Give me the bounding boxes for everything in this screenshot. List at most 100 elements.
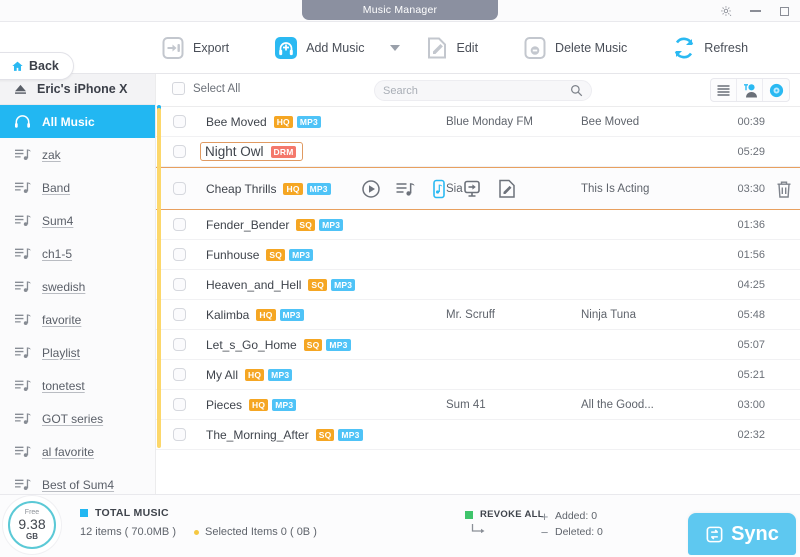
track-duration: 01:56: [737, 248, 765, 261]
revoke-all-button[interactable]: REVOKE ALL: [465, 509, 544, 520]
playlist-note-icon: [15, 347, 31, 359]
track-duration: 00:39: [737, 115, 765, 128]
track-checkbox[interactable]: [173, 278, 186, 291]
sidebar-nav: All Music zak Band Sum4 ch1-5 swedish fa…: [0, 105, 155, 494]
track-row[interactable]: Bee Moved HQ MP3 Blue Monday FM Bee Moved 00…: [156, 107, 800, 137]
track-badges: SQ MP3: [266, 248, 314, 261]
track-title: Pieces: [206, 397, 243, 412]
view-tab-artist[interactable]: [737, 79, 763, 101]
track-row[interactable]: Fender_Bender SQ MP3 01:36: [156, 210, 800, 240]
refresh-button[interactable]: Refresh: [671, 35, 748, 61]
sidebar-item-band[interactable]: Band: [0, 171, 155, 204]
track-badges: HQ MP3: [249, 398, 297, 411]
track-checkbox[interactable]: [173, 218, 186, 231]
badge-hq: HQ: [273, 115, 293, 128]
back-button[interactable]: Back: [0, 52, 74, 80]
track-checkbox[interactable]: [173, 368, 186, 381]
track-checkbox[interactable]: [173, 308, 186, 321]
headphones-icon: [15, 115, 30, 128]
window-tab[interactable]: Music Manager: [302, 0, 498, 20]
deleted-count-label: Deleted: 0: [555, 526, 603, 538]
track-checkbox[interactable]: [173, 115, 186, 128]
track-row[interactable]: Let_s_Go_Home SQ MP3 05:07: [156, 330, 800, 360]
track-row[interactable]: Cheap Thrills HQ MP3 Sia This Is Acting 03:…: [156, 167, 800, 210]
track-album: All the Good...: [581, 398, 654, 411]
track-album: This Is Acting: [581, 182, 650, 195]
track-duration: 05:48: [737, 308, 765, 321]
view-mode-tabs: [710, 78, 790, 102]
badge-drm: DRM: [270, 145, 297, 158]
delete-device-icon: [524, 37, 546, 59]
badge-mp3: MP3: [331, 278, 356, 291]
sidebar-item-swedish[interactable]: swedish: [0, 270, 155, 303]
sidebar-item-got-series[interactable]: GOT series: [0, 402, 155, 435]
arrow-branch-icon: [471, 524, 485, 534]
play-icon[interactable]: [361, 179, 381, 199]
trash-icon[interactable]: [776, 180, 792, 198]
playlist-note-icon: [15, 215, 31, 227]
sidebar-item-zak[interactable]: zak: [0, 138, 155, 171]
track-badges: SQ MP3: [315, 428, 363, 441]
track-row[interactable]: Kalimba HQ MP3 Mr. Scruff Ninja Tuna 05:48: [156, 300, 800, 330]
search-input[interactable]: [383, 84, 563, 97]
track-row[interactable]: Funhouse SQ MP3 01:56: [156, 240, 800, 270]
track-checkbox[interactable]: [173, 428, 186, 441]
view-tab-list[interactable]: [711, 79, 737, 101]
track-title: Bee Moved: [206, 114, 267, 129]
window-controls: [718, 3, 792, 19]
search-box[interactable]: [374, 80, 592, 101]
added-sign: +: [540, 508, 549, 524]
view-tab-album[interactable]: [763, 79, 789, 101]
track-list-scrollbar[interactable]: [157, 108, 161, 448]
album-disc-icon: [769, 83, 783, 97]
track-checkbox[interactable]: [173, 248, 186, 261]
sidebar-item-playlist[interactable]: Playlist: [0, 336, 155, 369]
sidebar-item-sum4[interactable]: Sum4: [0, 204, 155, 237]
sidebar-item-tonetest[interactable]: tonetest: [0, 369, 155, 402]
track-row[interactable]: My All HQ MP3 05:21: [156, 360, 800, 390]
edit-button-label: Edit: [456, 41, 479, 55]
sidebar-item-all-music[interactable]: All Music: [0, 105, 155, 138]
track-duration: 05:29: [737, 145, 765, 158]
export-button[interactable]: Export: [160, 35, 229, 61]
sidebar-item-label: Playlist: [42, 345, 81, 360]
maximize-button[interactable]: [776, 3, 792, 19]
track-duration: 04:25: [737, 278, 765, 291]
track-row[interactable]: Pieces HQ MP3 Sum 41 All the Good... 03:00: [156, 390, 800, 420]
sidebar-item-ch1-5[interactable]: ch1-5: [0, 237, 155, 270]
delete-music-button[interactable]: Delete Music: [522, 35, 627, 61]
sidebar-item-label: ch1-5: [42, 246, 73, 261]
add-music-button[interactable]: Add Music: [273, 35, 400, 61]
refresh-arrows-icon: [675, 37, 694, 59]
artist-person-icon: [743, 83, 757, 97]
track-duration: 03:00: [737, 398, 765, 411]
track-checkbox[interactable]: [173, 398, 186, 411]
track-checkbox-wrap: [173, 145, 186, 158]
track-checkbox[interactable]: [173, 145, 186, 158]
eject-icon[interactable]: [14, 84, 27, 94]
track-badges: HQ MP3: [283, 182, 331, 195]
edit-info-icon[interactable]: [497, 179, 517, 199]
gear-icon[interactable]: [718, 3, 734, 19]
track-row[interactable]: The_Morning_After SQ MP3 02:32: [156, 420, 800, 450]
sync-button[interactable]: Sync: [688, 513, 796, 555]
sidebar-item-best-of-sum4[interactable]: Best of Sum4: [0, 468, 155, 494]
sync-counts: + Added: 0 − Deleted: 0: [540, 508, 603, 540]
add-to-playlist-icon[interactable]: [395, 179, 415, 199]
badge-hq: HQ: [245, 368, 265, 381]
chevron-down-icon[interactable]: [389, 45, 400, 51]
track-title: Cheap Thrills: [206, 181, 277, 196]
search-icon[interactable]: [570, 84, 583, 97]
track-checkbox[interactable]: [173, 182, 186, 195]
export-to-computer-icon[interactable]: [463, 179, 483, 199]
sidebar-item-al-favorite[interactable]: al favorite: [0, 435, 155, 468]
select-all-control[interactable]: Select All: [172, 82, 240, 95]
export-button-label: Export: [193, 41, 230, 55]
edit-button[interactable]: Edit: [424, 35, 479, 61]
track-checkbox[interactable]: [173, 338, 186, 351]
track-row[interactable]: Heaven_and_Hell SQ MP3 04:25: [156, 270, 800, 300]
minimize-button[interactable]: [747, 3, 763, 19]
sidebar-item-favorite[interactable]: favorite: [0, 303, 155, 336]
track-row[interactable]: Night Owl DRM 05:29: [156, 137, 800, 167]
select-all-checkbox[interactable]: [172, 82, 185, 95]
